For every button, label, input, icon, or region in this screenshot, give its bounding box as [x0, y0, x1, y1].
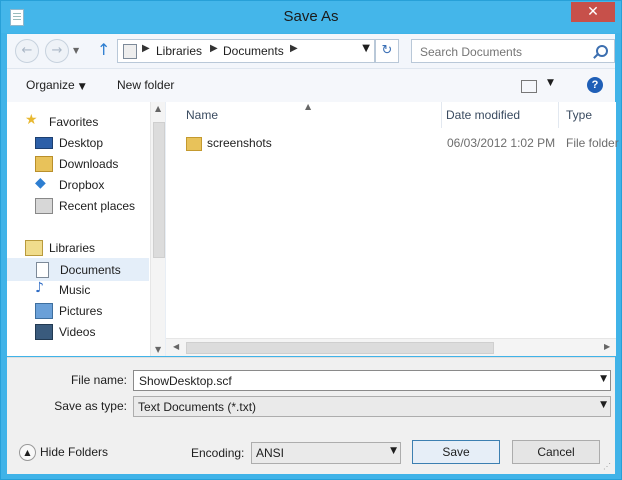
sidebar-item-music[interactable]: ♪ Music — [7, 279, 147, 300]
save-as-type-label: Save as type: — [54, 399, 127, 413]
sidebar-item-videos[interactable]: Videos — [7, 321, 147, 342]
help-icon[interactable]: ? — [587, 77, 603, 93]
sidebar-item-downloads[interactable]: Downloads — [7, 153, 147, 174]
scrollbar-thumb[interactable] — [153, 122, 165, 258]
breadcrumb-libraries[interactable]: Libraries — [156, 44, 202, 58]
sidebar-group-label: Favorites — [49, 115, 99, 129]
save-as-dialog: Save As ✕ ← → ▼ ↑ ▶ Libraries ▶ Document… — [0, 0, 622, 480]
save-button[interactable]: Save — [412, 440, 500, 464]
sidebar-group-libraries[interactable]: Libraries — [7, 237, 147, 258]
breadcrumb-separator[interactable]: ▶ — [210, 43, 218, 54]
sidebar-item-label: Dropbox — [59, 178, 105, 192]
breadcrumb-separator[interactable]: ▶ — [290, 43, 298, 54]
sidebar-item-label: Documents — [60, 263, 121, 277]
save-form: File name: ▼ Save as type: Text Document… — [7, 357, 615, 474]
save-as-type-value: Text Documents (*.txt) — [138, 400, 257, 414]
sidebar-item-label: Downloads — [59, 157, 119, 171]
folder-icon — [186, 137, 202, 151]
chevron-down-icon[interactable]: ▼ — [547, 78, 554, 88]
forward-icon: → — [51, 43, 63, 58]
navigation-bar: ← → ▼ ↑ ▶ Libraries ▶ Documents ▶ ▼ ↻ — [7, 34, 615, 69]
sidebar-item-label: Music — [59, 283, 91, 297]
organize-label: Organize — [26, 78, 75, 92]
search-input[interactable] — [418, 43, 592, 61]
search-icon[interactable] — [596, 45, 608, 57]
file-name-input[interactable] — [137, 373, 570, 389]
refresh-button[interactable]: ↻ — [375, 39, 399, 63]
encoding-value: ANSI — [256, 446, 285, 460]
back-button[interactable]: ← — [15, 39, 39, 63]
column-header-name[interactable]: Name — [166, 102, 442, 128]
horizontal-scrollbar[interactable]: ◀ ▶ — [166, 338, 616, 356]
file-name: screenshots — [207, 136, 272, 150]
file-list: Name ▲ Date modified Type screenshots 06… — [165, 102, 619, 356]
star-icon: ★ — [25, 112, 38, 128]
sidebar-item-dropbox[interactable]: ◆ Dropbox — [7, 174, 147, 195]
sort-arrow-icon: ▲ — [305, 102, 312, 111]
forward-button[interactable]: → — [45, 39, 69, 63]
column-header-date[interactable]: Date modified — [426, 102, 546, 128]
dropbox-icon: ◆ — [35, 175, 46, 191]
file-name-label: File name: — [70, 373, 127, 387]
scrollbar-thumb[interactable] — [186, 342, 494, 354]
back-icon: ← — [21, 43, 33, 58]
organize-button[interactable]: Organize ▼ — [26, 78, 86, 92]
library-icon — [123, 44, 137, 59]
desktop-icon — [35, 137, 53, 149]
column-header-type[interactable]: Type — [546, 102, 622, 128]
encoding-label: Encoding: — [191, 446, 245, 460]
new-folder-button[interactable]: New folder — [117, 78, 174, 92]
recent-locations-dropdown[interactable]: ▼ — [73, 46, 79, 55]
sidebar-item-label: Videos — [59, 325, 96, 339]
file-name-field[interactable]: ▼ — [133, 370, 611, 391]
file-type: File folder — [566, 136, 619, 150]
videos-icon — [35, 324, 53, 340]
breadcrumb-documents[interactable]: Documents — [223, 44, 284, 58]
sidebar-item-desktop[interactable]: Desktop — [7, 132, 147, 153]
sidebar-item-label: Pictures — [59, 304, 103, 318]
address-dropdown-icon[interactable]: ▼ — [362, 43, 370, 54]
scroll-up-icon[interactable]: ▲ — [155, 104, 161, 113]
sidebar-item-recent-places[interactable]: Recent places — [7, 195, 147, 216]
music-icon: ♪ — [35, 280, 44, 296]
view-icon[interactable] — [521, 80, 537, 93]
chevron-down-icon: ▼ — [78, 82, 86, 92]
sidebar-item-label: Desktop — [59, 136, 104, 150]
downloads-icon — [35, 156, 53, 172]
resize-grip[interactable]: ⋰ — [603, 462, 613, 472]
command-bar: Organize ▼ New folder ▼ ? — [7, 69, 615, 103]
chevron-down-icon[interactable]: ▼ — [390, 446, 397, 456]
close-button[interactable]: ✕ — [571, 2, 615, 22]
navigation-pane: ★ Favorites Desktop Downloads ◆ Dropbox … — [7, 102, 166, 356]
pictures-icon — [35, 303, 53, 319]
window-title: Save As — [283, 8, 339, 25]
scroll-right-icon[interactable]: ▶ — [604, 342, 610, 351]
search-box[interactable] — [411, 39, 615, 63]
scroll-down-icon[interactable]: ▼ — [155, 345, 161, 354]
sidebar-item-pictures[interactable]: Pictures — [7, 300, 147, 321]
breadcrumb-separator[interactable]: ▶ — [142, 43, 150, 54]
hide-folders-label: Hide Folders — [40, 445, 109, 459]
sidebar-item-label: Recent places — [59, 199, 136, 213]
refresh-icon: ↻ — [381, 43, 393, 58]
hide-folders-icon: ▲ — [19, 444, 36, 461]
cancel-button[interactable]: Cancel — [512, 440, 600, 464]
document-icon — [36, 262, 49, 278]
sidebar-group-favorites[interactable]: ★ Favorites — [7, 111, 147, 132]
address-bar[interactable]: ▶ Libraries ▶ Documents ▶ ▼ — [117, 39, 375, 63]
sidebar-scrollbar[interactable]: ▲ ▼ — [150, 102, 166, 356]
sidebar-item-documents[interactable]: Documents — [7, 258, 149, 281]
file-date: 06/03/2012 1:02 PM — [447, 136, 556, 150]
title-bar[interactable]: Save As ✕ — [1, 1, 621, 33]
scroll-left-icon[interactable]: ◀ — [173, 342, 179, 351]
sidebar-group-label: Libraries — [49, 241, 96, 255]
up-arrow-icon[interactable]: ↑ — [97, 41, 111, 59]
recent-places-icon — [35, 198, 53, 214]
save-as-type-select[interactable]: Text Documents (*.txt) ▼ — [133, 396, 611, 417]
chevron-down-icon[interactable]: ▼ — [600, 374, 607, 384]
library-icon — [25, 240, 43, 256]
encoding-select[interactable]: ANSI ▼ — [251, 442, 401, 464]
chevron-down-icon[interactable]: ▼ — [600, 400, 607, 410]
